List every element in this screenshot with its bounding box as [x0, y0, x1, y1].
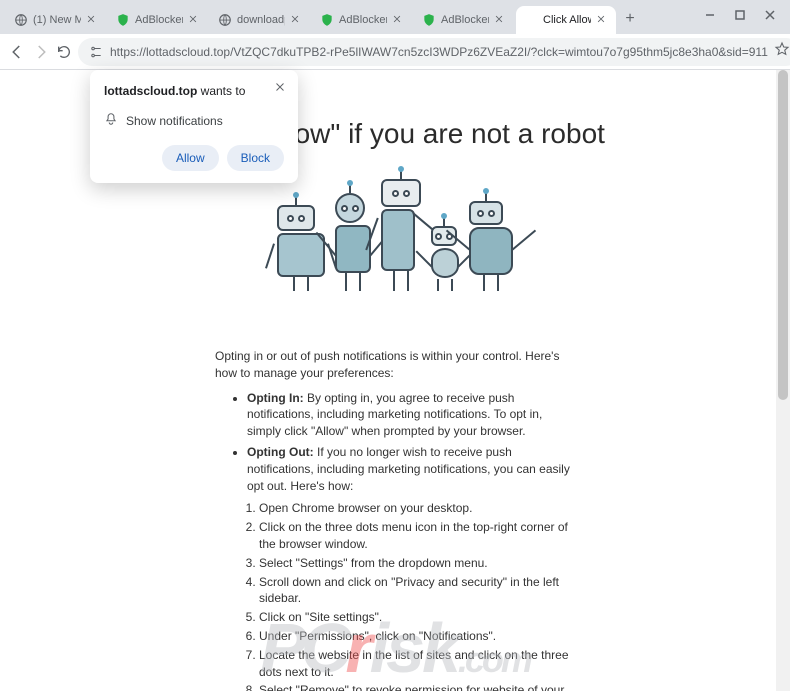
close-icon[interactable] [596, 14, 608, 26]
block-button[interactable]: Block [227, 145, 284, 171]
close-icon[interactable] [86, 14, 98, 26]
forward-button[interactable] [32, 38, 50, 66]
prompt-title: lottadscloud.top wants to [104, 84, 284, 98]
notification-permission-prompt: lottadscloud.top wants to Show notificat… [90, 70, 298, 183]
step-item: Locate the website in the list of sites … [259, 647, 575, 681]
close-icon[interactable] [494, 14, 506, 26]
window-minimize-button[interactable] [696, 4, 724, 26]
robot-icon [469, 201, 513, 296]
robot-icon [335, 193, 371, 296]
browser-tab[interactable]: AdBlocker Prot… [414, 6, 514, 34]
permission-row: Show notifications [104, 112, 284, 129]
window-maximize-button[interactable] [726, 4, 754, 26]
globe-icon [14, 13, 28, 27]
close-icon[interactable] [188, 14, 200, 26]
step-item: Select "Settings" from the dropdown menu… [259, 555, 575, 572]
globe-icon [218, 13, 232, 27]
browser-tab-active[interactable]: Click Allow [516, 6, 616, 34]
tab-title: (1) New Messa… [33, 14, 81, 26]
content-body: Opting in or out of push notifications i… [215, 348, 575, 691]
step-item: Select "Remove" to revoke permission for… [259, 682, 575, 691]
step-item: Open Chrome browser on your desktop. [259, 500, 575, 517]
opt-in-item: Opting In: By opting in, you agree to re… [247, 390, 575, 440]
close-icon[interactable] [274, 80, 288, 94]
robot-icon [277, 205, 325, 296]
opt-out-item: Opting Out: If you no longer wish to rec… [247, 444, 575, 494]
bell-icon [104, 112, 118, 129]
browser-tab[interactable]: (1) New Messa… [6, 6, 106, 34]
shield-icon [116, 13, 130, 27]
step-item: Under "Permissions", click on "Notificat… [259, 628, 575, 645]
permission-label: Show notifications [126, 114, 223, 128]
step-item: Click on the three dots menu icon in the… [259, 519, 575, 553]
new-tab-button[interactable]: + [618, 7, 642, 31]
tab-title: AdBlocker Prot… [441, 14, 489, 26]
prompt-suffix: wants to [201, 84, 246, 98]
shield-icon [422, 13, 436, 27]
tab-title: downloadporta… [237, 14, 285, 26]
prompt-origin: lottadscloud.top [104, 84, 197, 98]
browser-tab[interactable]: downloadporta… [210, 6, 310, 34]
bookmark-star-icon[interactable] [774, 41, 790, 62]
browser-tab-strip: (1) New Messa… AdBlocker Prot… downloadp… [0, 0, 790, 34]
vertical-scrollbar[interactable] [776, 70, 790, 691]
allow-button[interactable]: Allow [162, 145, 219, 171]
robot-icon [381, 179, 421, 296]
address-bar[interactable]: https://lottadscloud.top/VtZQC7dkuTPB2-r… [78, 38, 790, 66]
opt-out-steps: Open Chrome browser on your desktop. Cli… [259, 500, 575, 691]
url-text[interactable]: https://lottadscloud.top/VtZQC7dkuTPB2-r… [110, 45, 768, 59]
opt-out-label: Opting Out: [247, 445, 314, 459]
step-item: Scroll down and click on "Privacy and se… [259, 574, 575, 608]
tab-title: AdBlocker Prot… [135, 14, 183, 26]
back-button[interactable] [8, 38, 26, 66]
intro-text: Opting in or out of push notifications i… [215, 348, 575, 382]
browser-tab[interactable]: AdBlocker Prot… [312, 6, 412, 34]
tab-title: Click Allow [543, 14, 591, 26]
reload-button[interactable] [56, 38, 72, 66]
page-icon [524, 13, 538, 27]
window-close-button[interactable] [756, 4, 784, 26]
robots-illustration [277, 156, 513, 296]
close-icon[interactable] [392, 14, 404, 26]
scrollbar-thumb[interactable] [778, 70, 788, 400]
browser-toolbar: https://lottadscloud.top/VtZQC7dkuTPB2-r… [0, 34, 790, 70]
site-info-icon[interactable] [88, 44, 104, 60]
close-icon[interactable] [290, 14, 302, 26]
tab-title: AdBlocker Prot… [339, 14, 387, 26]
step-item: Click on "Site settings". [259, 609, 575, 626]
opt-in-label: Opting In: [247, 391, 304, 405]
browser-tab[interactable]: AdBlocker Prot… [108, 6, 208, 34]
shield-icon [320, 13, 334, 27]
